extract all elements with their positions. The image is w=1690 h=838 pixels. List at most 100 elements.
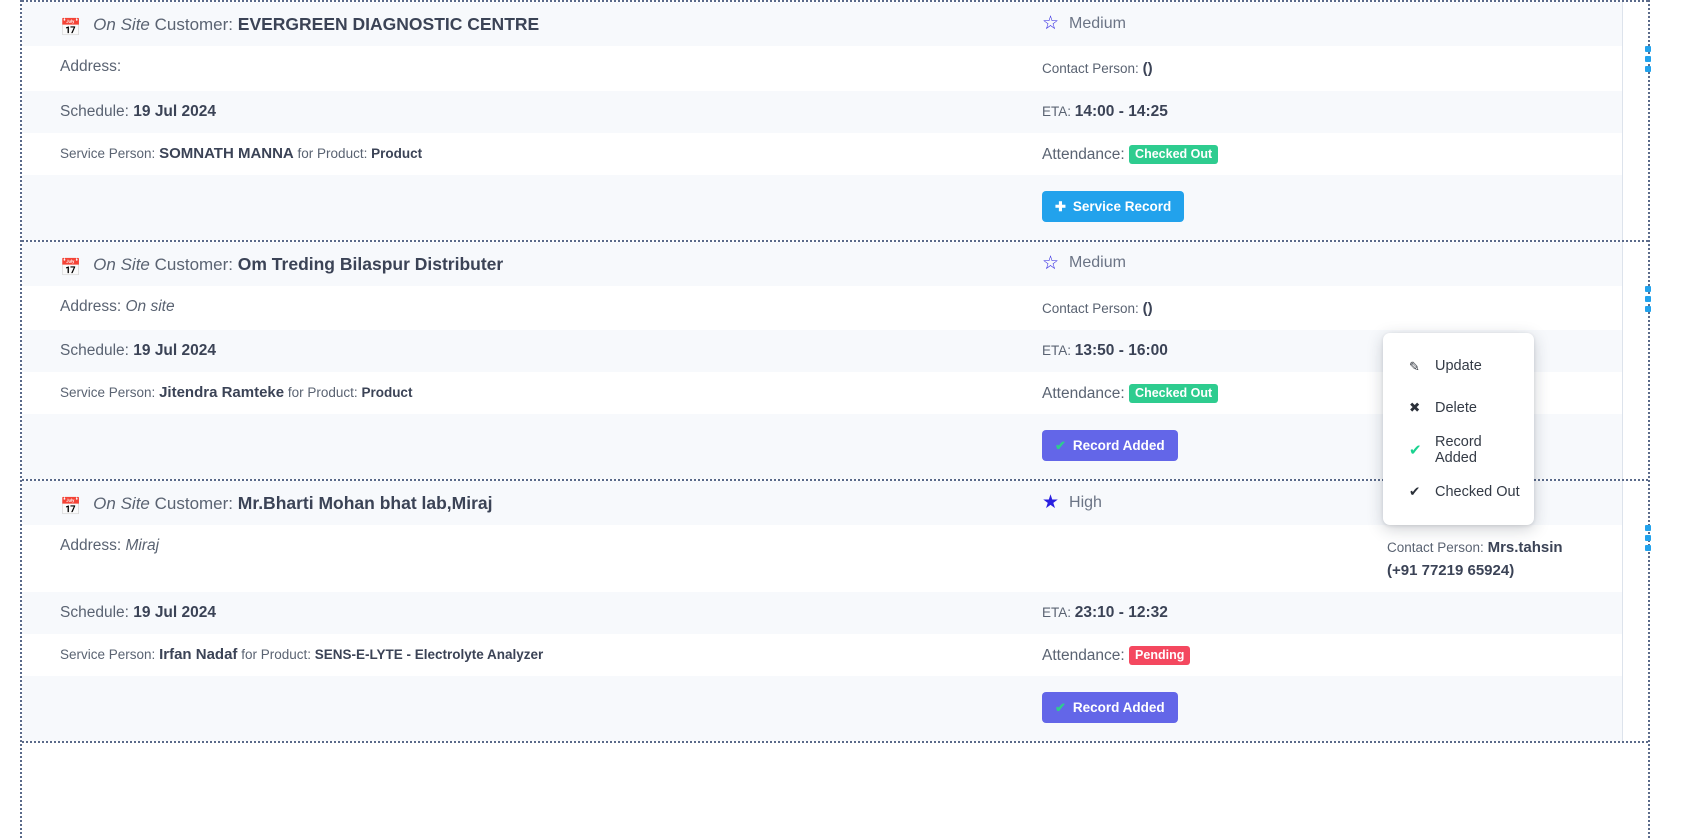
contact-label: Contact Person: xyxy=(1042,61,1139,76)
service-person-cell: Service Person: Irfan Nadaf for Product:… xyxy=(60,644,1034,663)
contact-label: Contact Person: xyxy=(1387,540,1484,555)
attendance-label: Attendance: xyxy=(1042,145,1125,163)
visit-type: On Site xyxy=(93,15,150,34)
record-added-button[interactable]: ✔ Record Added xyxy=(1042,692,1178,723)
status-badge: Checked Out xyxy=(1129,384,1219,403)
schedule-cell: Schedule: 19 Jul 2024 xyxy=(60,101,1034,121)
contact-value: () xyxy=(1142,60,1153,77)
schedule-cell: Schedule: 19 Jul 2024 xyxy=(60,602,1034,622)
service-person-value: Irfan Nadaf xyxy=(159,646,238,663)
service-person-cell: Service Person: SOMNATH MANNA for Produc… xyxy=(60,143,1034,162)
priority-label: Medium xyxy=(1069,254,1126,271)
card-action-row: ✔ Record Added xyxy=(22,414,1622,479)
check-icon: ✔ xyxy=(1409,484,1421,500)
attendance-label: Attendance: xyxy=(1042,385,1125,402)
menu-item-checked-out-label: Checked Out xyxy=(1435,484,1520,500)
pencil-icon: ✎ xyxy=(1409,358,1420,374)
card-header-row: 📅 On Site Customer: Mr.Bharti Mohan bhat … xyxy=(22,481,1622,525)
kebab-menu-icon[interactable] xyxy=(1645,525,1651,551)
card-menu-column xyxy=(1622,2,1651,240)
service-person-label: Service Person: xyxy=(60,385,156,400)
action-spacer xyxy=(60,189,1034,191)
address-cell: Address: On site xyxy=(60,296,1034,316)
schedule-label: Schedule: xyxy=(60,604,129,621)
eta-value: 23:10 - 12:32 xyxy=(1074,604,1168,621)
check-icon: ✔ xyxy=(1055,700,1066,715)
context-menu: ✎ Update ✖ Delete ✔ Record Added ✔ Check… xyxy=(1383,333,1534,525)
schedule-value: 19 Jul 2024 xyxy=(133,604,216,621)
visit-type: On Site xyxy=(93,254,150,274)
star-icon: ☆ xyxy=(1042,252,1060,274)
schedule-eta-row: Schedule: 19 Jul 2024 ETA: 14:00 - 14:25 xyxy=(22,90,1622,133)
address-cell: Address: Miraj xyxy=(60,535,1379,555)
service-person-attendance-row: Service Person: Jitendra Ramteke for Pro… xyxy=(22,372,1622,414)
customer-name: EVERGREEN DIAGNOSTIC CENTRE xyxy=(237,14,540,34)
service-person-cell: Service Person: Jitendra Ramteke for Pro… xyxy=(60,382,1034,401)
kebab-menu-icon[interactable] xyxy=(1645,46,1651,72)
service-person-label: Service Person: xyxy=(60,647,156,662)
eta-cell: ETA: 14:00 - 14:25 xyxy=(1034,101,1594,121)
service-person-attendance-row: Service Person: SOMNATH MANNA for Produc… xyxy=(22,133,1622,175)
customer-title: 📅 On Site Customer: Mr.Bharti Mohan bhat … xyxy=(60,491,1034,515)
menu-item-record-added[interactable]: ✔ Record Added xyxy=(1383,429,1534,471)
card-action-row: ✔ Record Added xyxy=(22,676,1622,741)
card-header-row: 📅 On Site Customer: EVERGREEN DIAGNOSTIC … xyxy=(22,2,1622,46)
card-content: 📅 On Site Customer: Mr.Bharti Mohan bhat … xyxy=(22,481,1622,741)
menu-item-checked-out[interactable]: ✔ Checked Out xyxy=(1383,471,1534,513)
priority-cell: ☆ Medium xyxy=(1034,12,1594,33)
eta-cell: ETA: 23:10 - 12:32 xyxy=(1034,602,1594,622)
address-contact-row: Address: Miraj Contact Person: Mrs.tahsi… xyxy=(22,525,1622,592)
address-contact-row: Address: Contact Person: () xyxy=(22,46,1622,91)
status-badge: Pending xyxy=(1129,646,1191,665)
address-label: Address: xyxy=(60,58,122,75)
eta-label: ETA: xyxy=(1042,343,1072,358)
kebab-menu-icon[interactable] xyxy=(1645,285,1651,312)
service-person-label: Service Person: xyxy=(60,145,156,161)
menu-item-delete-label: Delete xyxy=(1435,400,1477,416)
for-product-label: for Product: xyxy=(287,385,358,400)
address-label: Address: xyxy=(60,537,122,554)
service-schedule-page: 📅 On Site Customer: EVERGREEN DIAGNOSTIC … xyxy=(0,0,1690,838)
service-record-button-label: Service Record xyxy=(1072,198,1172,214)
priority-label: Medium xyxy=(1069,14,1126,32)
priority-cell: ☆ Medium xyxy=(1034,252,1594,273)
card-menu-column xyxy=(1622,241,1651,479)
card-content: 📅 On Site Customer: Om Treding Bilaspur D… xyxy=(22,241,1622,479)
check-green-icon: ✔ xyxy=(1409,441,1422,459)
eta-value: 13:50 - 16:00 xyxy=(1074,342,1168,359)
contact-value: () xyxy=(1142,299,1153,317)
contact-cell: Contact Person: () xyxy=(1034,296,1594,321)
service-record-button[interactable]: ✚ Service Record xyxy=(1042,190,1185,222)
record-added-button-label: Record Added xyxy=(1072,700,1165,715)
for-product-label: for Product: xyxy=(297,145,368,161)
customer-name: Om Treding Bilaspur Distributer xyxy=(237,253,504,274)
attendance-cell: Attendance: Checked Out xyxy=(1034,143,1594,164)
cross-icon: ✖ xyxy=(1409,400,1421,416)
for-product-label: for Product: xyxy=(241,647,311,662)
schedule-card: 📅 On Site Customer: EVERGREEN DIAGNOSTIC … xyxy=(22,0,1651,242)
menu-item-record-added-label: Record Added xyxy=(1435,434,1482,466)
schedule-eta-row: Schedule: 19 Jul 2024 ETA: 23:10 - 12:32 xyxy=(22,592,1622,634)
contact-cell: Contact Person: () xyxy=(1034,56,1594,81)
eta-label: ETA: xyxy=(1042,103,1072,119)
menu-item-update-label: Update xyxy=(1435,358,1482,374)
product-value: Product xyxy=(371,145,423,161)
record-added-button-label: Record Added xyxy=(1072,438,1165,453)
schedule-cell: Schedule: 19 Jul 2024 xyxy=(60,340,1034,360)
product-value: SENS-E-LYTE - Electrolyte Analyzer xyxy=(314,647,544,662)
address-value: On site xyxy=(125,297,175,315)
action-cell: ✔ Record Added xyxy=(1034,690,1594,723)
status-badge: Checked Out xyxy=(1129,144,1219,164)
service-person-value: Jitendra Ramteke xyxy=(159,384,285,401)
schedule-label: Schedule: xyxy=(60,342,129,359)
service-person-attendance-row: Service Person: Irfan Nadaf for Product:… xyxy=(22,634,1622,676)
schedule-value: 19 Jul 2024 xyxy=(133,102,216,120)
record-added-button[interactable]: ✔ Record Added xyxy=(1042,430,1178,461)
schedule-eta-row: Schedule: 19 Jul 2024 ETA: 13:50 - 16:00 xyxy=(22,330,1622,372)
service-person-value: SOMNATH MANNA xyxy=(159,144,294,162)
menu-item-update[interactable]: ✎ Update xyxy=(1383,345,1534,387)
contact-cell: Contact Person: Mrs.tahsin (+91 77219 65… xyxy=(1379,535,1594,582)
priority-label: High xyxy=(1069,493,1102,511)
menu-item-delete[interactable]: ✖ Delete xyxy=(1383,387,1534,429)
address-value: Miraj xyxy=(125,537,160,554)
